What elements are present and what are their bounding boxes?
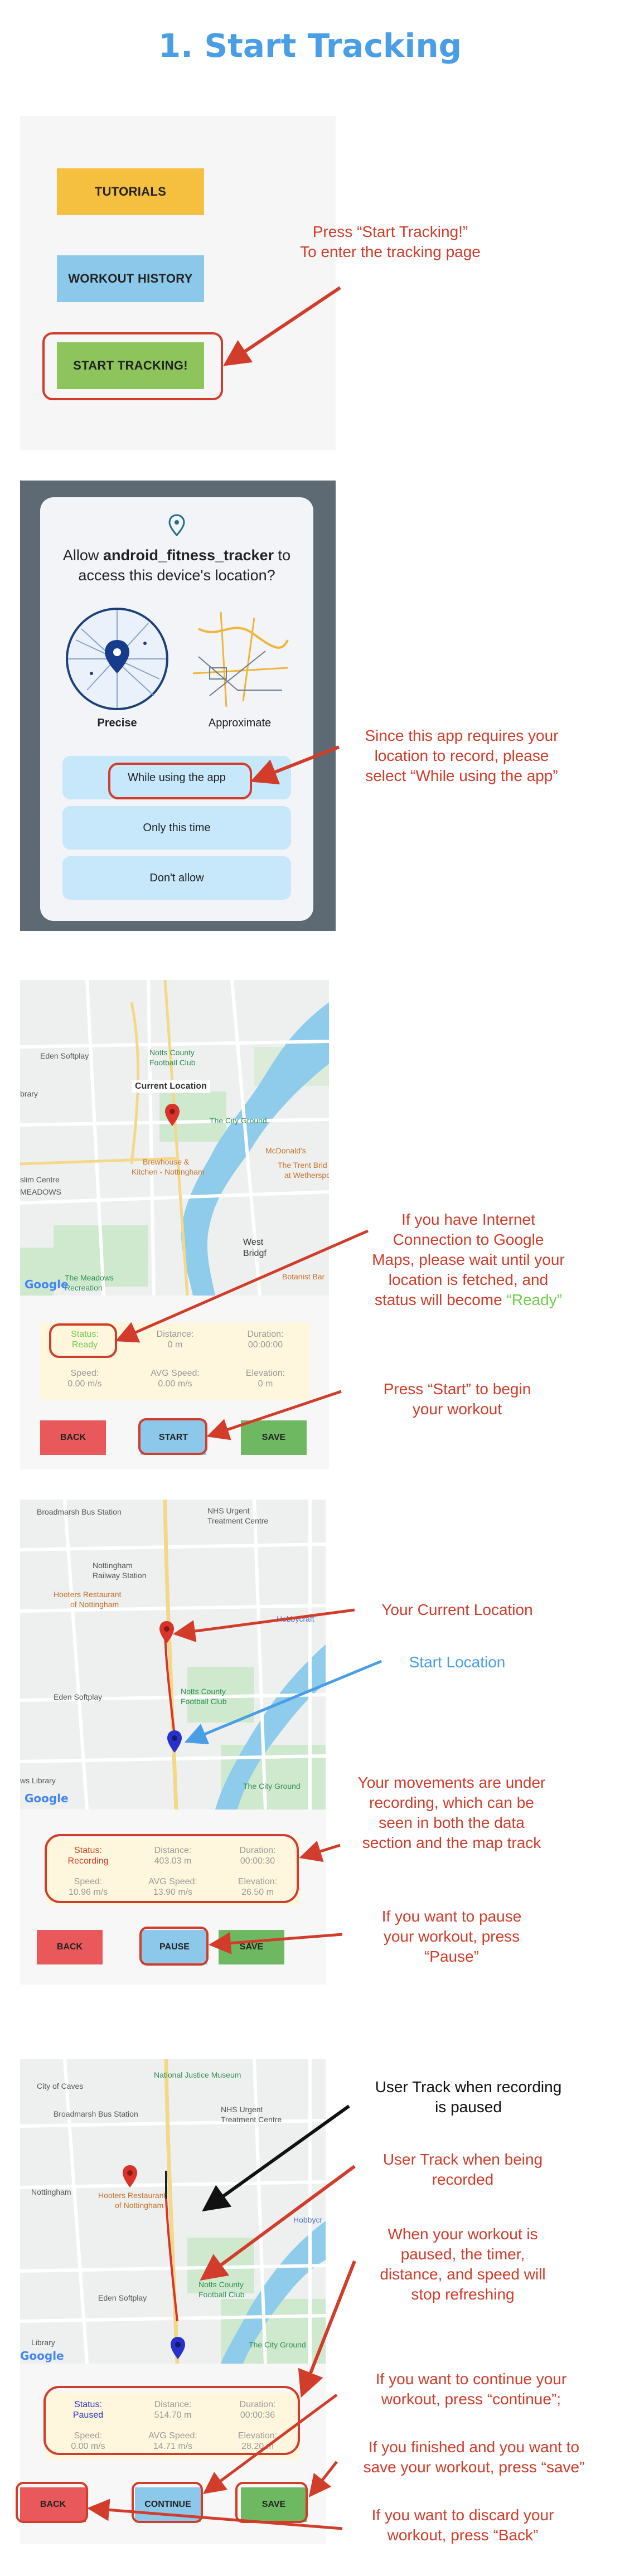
continue-button-highlight [132, 2482, 203, 2523]
start-location-marker-icon [167, 1730, 182, 1753]
permission-prompt: Allow android_fitness_tracker to access … [62, 547, 291, 584]
current-location-marker-icon [159, 1621, 174, 1643]
save-button-highlight [235, 2482, 308, 2523]
google-logo: Google [20, 2349, 64, 2362]
map-background [20, 2059, 326, 2364]
page-title: 1. Start Tracking [158, 27, 462, 65]
annotation-press-begin: Press “Start” to begin your workout [383, 1380, 531, 1418]
pause-button-highlight [139, 1927, 209, 1966]
avg-speed-value: 0.00 m/s [158, 1379, 192, 1389]
save-button[interactable]: SAVE [241, 1420, 307, 1455]
tutorials-button[interactable]: TUTORIALS [57, 168, 204, 215]
back-button[interactable]: BACK [37, 1930, 103, 1964]
status-ready-highlight [49, 1323, 117, 1358]
annotation-start-location: Start Location [409, 1653, 506, 1671]
annotation-recording: Your movements are under recording, whic… [357, 1774, 546, 1851]
precise-label: Precise [97, 717, 137, 729]
start-location-marker-icon [171, 2337, 185, 2359]
annotation-paused-track: User Track when recording is paused [375, 2078, 562, 2116]
tracking-paused-screen: City of Caves National Justice Museum Br… [20, 2059, 326, 2544]
annotation-recorded-track: User Track when being recorded [382, 2151, 543, 2188]
only-this-time-button[interactable]: Only this time [62, 806, 291, 850]
current-location-marker-icon [165, 1104, 180, 1126]
google-map[interactable]: Broadmarsh Bus Station NHS Urgent Treatm… [20, 1500, 326, 1809]
map-background [20, 1500, 326, 1809]
google-logo: Google [25, 1792, 69, 1805]
annotation-pause: If you want to pause your workout, press… [381, 1908, 522, 1965]
back-button[interactable]: BACK [40, 1420, 106, 1455]
google-logo: Google [25, 1278, 69, 1291]
workout-history-button[interactable]: WORKOUT HISTORY [57, 255, 204, 302]
google-map[interactable]: City of Caves National Justice Museum Br… [20, 2059, 326, 2364]
map-background [20, 980, 329, 1296]
annotation-internet: If you have Internet Connection to Googl… [372, 1211, 565, 1308]
annotation-save: If you finished and you want to save you… [363, 2438, 585, 2476]
precise-location-option[interactable] [65, 607, 169, 711]
stats-highlight [43, 2386, 300, 2455]
stats-highlight [45, 1834, 299, 1903]
speed-value: 0.00 m/s [67, 1379, 102, 1389]
tracking-ready-screen: Eden Softplay Notts County Football Club… [20, 980, 329, 1469]
location-pin-icon [168, 514, 185, 536]
annotation-continue: If you want to continue your workout, pr… [375, 2370, 567, 2408]
permission-screen: Allow android_fitness_tracker to access … [20, 481, 336, 931]
tracking-recording-screen: Broadmarsh Bus Station NHS Urgent Treatm… [20, 1500, 326, 1985]
approximate-label: Approximate [208, 717, 272, 729]
save-button[interactable]: SAVE [219, 1930, 284, 1964]
annotation-current-location: Your Current Location [381, 1601, 533, 1618]
annotation-back: If you want to discard your workout, pre… [371, 2506, 554, 2544]
annotation-stopped: When your workout is paused, the timer, … [380, 2225, 546, 2303]
start-tracking-highlight [42, 332, 223, 400]
annotation-press-start: Press “Start Tracking!” To enter the tra… [300, 223, 481, 260]
annotation-permission: Since this app requires your location to… [365, 727, 559, 784]
approximate-location-option[interactable] [187, 607, 292, 711]
google-map[interactable]: Eden Softplay Notts County Football Club… [20, 980, 329, 1296]
main-menu-screen: TUTORIALS WORKOUT HISTORY START TRACKING… [20, 116, 336, 450]
while-using-highlight [108, 763, 252, 799]
duration-value: 00:00:00 [248, 1340, 283, 1350]
elevation-value: 0 m [258, 1379, 273, 1389]
distance-value: 0 m [167, 1340, 183, 1350]
current-location-marker-icon [123, 2165, 137, 2187]
dont-allow-button[interactable]: Don't allow [62, 856, 291, 900]
start-button-highlight [138, 1418, 207, 1455]
back-button-highlight [16, 2482, 88, 2523]
location-permission-dialog: Allow android_fitness_tracker to access … [40, 497, 313, 921]
